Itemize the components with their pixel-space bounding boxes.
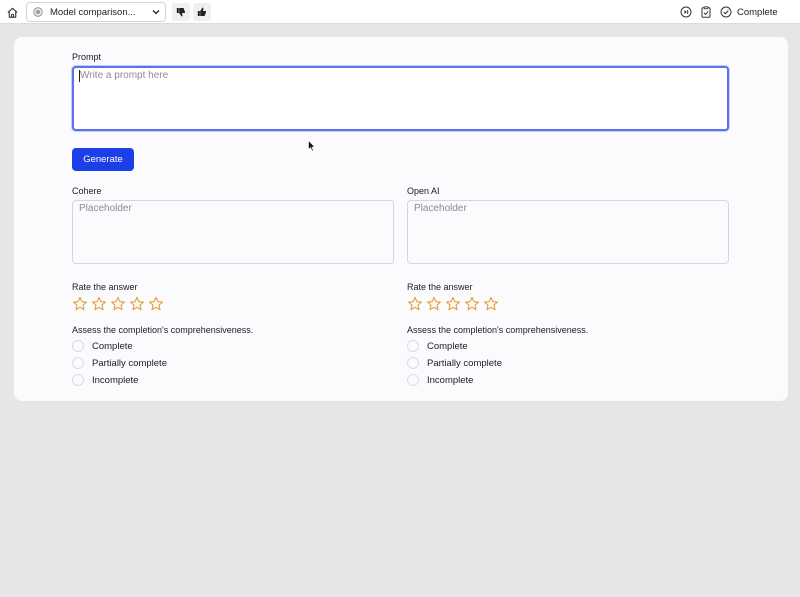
star-icon[interactable] xyxy=(148,296,164,312)
star-icon[interactable] xyxy=(464,296,480,312)
star-icon[interactable] xyxy=(72,296,88,312)
task-selector[interactable]: Model comparison... xyxy=(26,2,166,22)
option-label: Partially complete xyxy=(92,357,167,369)
record-icon xyxy=(680,6,692,18)
left-option-incomplete[interactable]: Incomplete xyxy=(72,374,138,386)
task-title: Model comparison... xyxy=(50,6,136,18)
thumbs-down-icon xyxy=(176,8,185,17)
radio-button[interactable] xyxy=(407,357,419,369)
complete-button[interactable]: Complete xyxy=(720,3,778,21)
star-icon[interactable] xyxy=(407,296,423,312)
option-label: Complete xyxy=(92,340,133,352)
left-option-complete[interactable]: Complete xyxy=(72,340,133,352)
thumbs-down-button[interactable] xyxy=(172,3,190,21)
star-icon[interactable] xyxy=(445,296,461,312)
right-star-rating xyxy=(407,296,499,312)
check-circle-icon xyxy=(720,6,732,18)
mouse-cursor-icon xyxy=(308,140,316,152)
star-icon[interactable] xyxy=(129,296,145,312)
left-response-output[interactable] xyxy=(72,200,394,264)
star-icon[interactable] xyxy=(483,296,499,312)
option-label: Partially complete xyxy=(427,357,502,369)
radio-button[interactable] xyxy=(72,357,84,369)
star-icon[interactable] xyxy=(426,296,442,312)
text-caret xyxy=(79,70,80,82)
review-button[interactable] xyxy=(697,3,715,21)
thumbs-up-button[interactable] xyxy=(193,3,211,21)
radio-button[interactable] xyxy=(407,374,419,386)
radio-button[interactable] xyxy=(72,374,84,386)
home-icon xyxy=(6,7,18,18)
task-card: Prompt Generate Cohere Rate the answer A… xyxy=(14,37,788,401)
right-response-output[interactable] xyxy=(407,200,729,264)
prompt-label: Prompt xyxy=(72,52,102,62)
right-assess-label: Assess the completion's comprehensivenes… xyxy=(407,325,589,335)
home-button[interactable] xyxy=(3,3,21,21)
complete-label: Complete xyxy=(737,6,778,18)
right-rate-label: Rate the answer xyxy=(407,282,473,292)
top-toolbar: Model comparison... Complete xyxy=(0,0,800,24)
thumbs-up-icon xyxy=(197,7,206,16)
prompt-input[interactable] xyxy=(72,66,729,131)
radio-button[interactable] xyxy=(407,340,419,352)
left-assess-label: Assess the completion's comprehensivenes… xyxy=(72,325,254,335)
option-label: Complete xyxy=(427,340,468,352)
left-star-rating xyxy=(72,296,164,312)
right-option-complete[interactable]: Complete xyxy=(407,340,468,352)
star-icon[interactable] xyxy=(110,296,126,312)
option-label: Incomplete xyxy=(427,374,474,386)
option-label: Incomplete xyxy=(92,374,139,386)
chevron-down-icon xyxy=(152,10,160,15)
generate-button[interactable]: Generate xyxy=(72,148,134,171)
left-rate-label: Rate the answer xyxy=(72,282,138,292)
record-button[interactable] xyxy=(677,3,695,21)
radio-button[interactable] xyxy=(72,340,84,352)
left-option-partially-complete[interactable]: Partially complete xyxy=(72,357,167,369)
right-option-partially-complete[interactable]: Partially complete xyxy=(407,357,502,369)
clipboard-check-icon xyxy=(701,6,711,18)
left-model-label: Cohere xyxy=(72,186,102,196)
right-option-incomplete[interactable]: Incomplete xyxy=(407,374,473,386)
star-icon[interactable] xyxy=(91,296,107,312)
task-status-icon xyxy=(33,7,43,17)
right-model-label: Open AI xyxy=(407,186,440,196)
